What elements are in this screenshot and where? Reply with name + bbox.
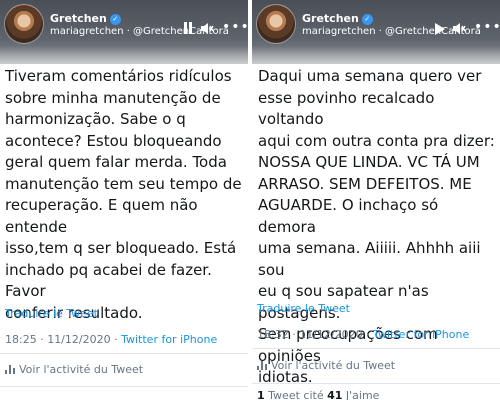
story-panel-left: Gretchen ✓ mariagretchen · @GretchenCanto… xyxy=(0,0,248,400)
username-label: Gretchen xyxy=(50,12,107,25)
tweet-stats: 1 Tweet cité 41 J'aime xyxy=(257,389,379,400)
tweet-timestamp: 18:25 · 11/12/2020 · xyxy=(5,333,122,346)
bar-chart-icon xyxy=(257,361,267,370)
play-icon[interactable] xyxy=(435,23,445,35)
tweet-source-link[interactable]: Twitter for iPhone xyxy=(121,333,217,346)
speaker-mute-icon[interactable] xyxy=(200,22,214,39)
tweet-meta: 18:25 · 11/12/2020 · Twitter for iPhone xyxy=(5,333,217,346)
bar-chart-icon xyxy=(5,365,15,374)
divider xyxy=(0,353,248,354)
like-count: 41 xyxy=(327,389,343,400)
story-header: Gretchen ✓ mariagretchen · @GretchenCanto… xyxy=(0,0,248,64)
story-panel-right: Gretchen ✓ mariagretchen · @GretchenCanto… xyxy=(252,0,500,400)
tweet-meta: 18:32 · 11/12/2020 · Twitter for iPhone xyxy=(257,328,469,341)
pause-icon[interactable] xyxy=(183,22,193,34)
translate-link[interactable]: Traduire le Tweet xyxy=(257,302,350,315)
tweet-text: Tiveram comentários ridículos sobre minh… xyxy=(5,67,242,322)
tweet-timestamp: 18:32 · 11/12/2020 · xyxy=(257,328,374,341)
tweet-activity-link[interactable]: Voir l'activité du Tweet xyxy=(257,359,395,372)
more-dots-icon[interactable]: ••• xyxy=(222,20,248,34)
quote-label[interactable]: Tweet cité xyxy=(268,389,323,400)
tweet-activity-link[interactable]: Voir l'activité du Tweet xyxy=(5,363,143,376)
avatar[interactable] xyxy=(256,4,296,44)
speaker-mute-icon[interactable] xyxy=(452,22,466,39)
divider xyxy=(252,383,500,384)
tweet-activity-label: Voir l'activité du Tweet xyxy=(19,363,144,376)
translate-link[interactable]: Traduire le Tweet xyxy=(5,307,98,320)
more-dots-icon[interactable]: ••• xyxy=(474,20,500,34)
avatar[interactable] xyxy=(4,4,44,44)
story-header: Gretchen ✓ mariagretchen · @GretchenCanto… xyxy=(252,0,500,64)
divider xyxy=(252,348,500,349)
verified-badge-icon: ✓ xyxy=(109,14,121,25)
like-label[interactable]: J'aime xyxy=(346,389,380,400)
username-label: Gretchen xyxy=(302,12,359,25)
quote-count: 1 xyxy=(257,389,265,400)
tweet-activity-label: Voir l'activité du Tweet xyxy=(271,359,396,372)
story-username[interactable]: Gretchen ✓ xyxy=(50,12,121,25)
story-username[interactable]: Gretchen ✓ xyxy=(302,12,373,25)
tweet-source-link[interactable]: Twitter for iPhone xyxy=(373,328,469,341)
verified-badge-icon: ✓ xyxy=(361,14,373,25)
divider xyxy=(0,386,248,387)
